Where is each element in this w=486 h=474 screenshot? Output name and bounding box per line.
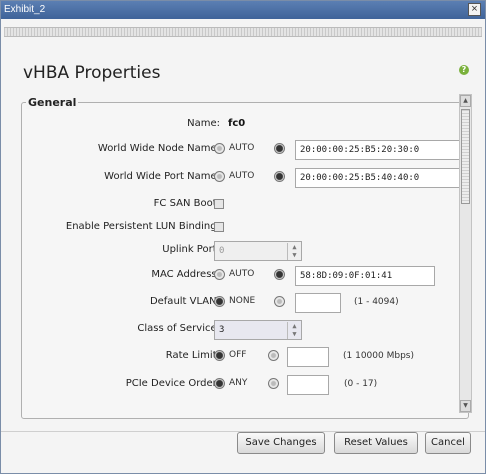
mac-row: MAC Address: AUTO 58:8D:09:0F:01:41 [22,265,462,287]
rate-limit-label: Rate Limit: [165,350,220,361]
wwpn-auto-label: AUTO [229,171,255,181]
persistent-lun-checkbox[interactable] [214,222,224,232]
uplink-port-select[interactable]: 0 ▲ ▼ [214,241,302,261]
rate-value-radio[interactable] [268,350,279,361]
vlan-value-radio[interactable] [274,296,285,307]
vlan-range: (1 - 4094) [354,297,399,307]
wwnn-input[interactable]: 20:00:00:25:B5:20:30:0 [295,140,460,160]
rate-limit-row: Rate Limit: OFF (1 10000 Mbps) [22,346,462,368]
scroll-down-icon[interactable]: ▼ [460,400,471,412]
vlan-input[interactable] [295,293,341,313]
pcie-order-row: PCIe Device Order: ANY (0 - 17) [22,374,462,396]
persistent-lun-row: Enable Persistent LUN Binding: [22,217,462,239]
default-vlan-label: Default VLAN: [149,296,220,307]
wwnn-label: World Wide Node Name: [97,143,220,154]
rate-off-radio[interactable] [214,350,225,361]
pcie-input[interactable] [287,375,329,395]
vertical-scrollbar[interactable]: ▲ ▼ [459,94,472,413]
cos-row: Class of Service: 3 ▲ ▼ [22,319,462,341]
fc-san-boot-checkbox[interactable] [214,199,224,209]
cos-select[interactable]: 3 ▲ ▼ [214,320,302,340]
scroll-thumb[interactable] [461,109,470,204]
mac-auto-label: AUTO [229,269,255,279]
reset-values-button[interactable]: Reset Values [334,432,418,454]
wwnn-row: World Wide Node Name: AUTO 20:00:00:25:B… [22,139,462,161]
wwpn-auto-radio[interactable] [214,171,225,182]
name-row: Name: fc0 [22,114,462,136]
uplink-port-chevron-icon: ▲ ▼ [287,243,301,260]
vlan-none-radio[interactable] [214,296,225,307]
title-bar: Exhibit_2 × [1,1,485,19]
rate-range: (1 10000 Mbps) [343,351,414,361]
pcie-any-label: ANY [229,378,248,388]
scroll-up-icon[interactable]: ▲ [460,95,471,107]
mac-label: MAC Address: [151,269,220,280]
default-vlan-row: Default VLAN: NONE (1 - 4094) [22,292,462,314]
wwpn-label: World Wide Port Name: [104,171,220,182]
rate-input[interactable] [287,347,329,367]
help-icon[interactable]: ? [459,65,469,75]
wwnn-auto-label: AUTO [229,143,255,153]
cancel-button[interactable]: Cancel [425,432,471,454]
pcie-order-label: PCIe Device Order: [125,378,220,389]
fc-san-boot-label: FC SAN Boot: [153,198,220,209]
pcie-value-radio[interactable] [268,378,279,389]
mac-input[interactable]: 58:8D:09:0F:01:41 [295,266,435,286]
cos-value: 3 [219,325,225,335]
cos-label: Class of Service: [137,323,220,334]
uplink-port-label: Uplink Port: [162,244,220,255]
uplink-port-row: Uplink Port: 0 ▲ ▼ [22,240,462,262]
wwpn-manual-radio[interactable] [274,171,285,182]
rate-off-label: OFF [229,350,247,360]
mac-manual-radio[interactable] [274,269,285,280]
cos-chevron-icon: ▲ ▼ [287,322,301,339]
uplink-port-value: 0 [219,246,225,256]
pcie-range: (0 - 17) [344,379,378,389]
save-changes-button[interactable]: Save Changes [237,432,325,454]
name-value: fc0 [228,118,246,129]
wwpn-input[interactable]: 20:00:00:25:B5:40:40:0 [295,168,460,188]
vhba-properties-window: Exhibit_2 × vHBA Properties ? Name: fc0 … [0,0,486,474]
pcie-any-radio[interactable] [214,378,225,389]
window-title: Exhibit_2 [4,4,46,15]
wwnn-auto-radio[interactable] [214,143,225,154]
mac-auto-radio[interactable] [214,269,225,280]
name-label: Name: [187,118,220,129]
wwpn-row: World Wide Port Name: AUTO 20:00:00:25:B… [22,167,462,189]
vlan-none-label: NONE [229,296,256,306]
close-icon[interactable]: × [468,3,481,16]
toolbar-stripe [4,27,482,37]
wwnn-manual-radio[interactable] [274,143,285,154]
general-group: Name: fc0 World Wide Node Name: AUTO 20:… [21,102,469,419]
fc-san-boot-row: FC SAN Boot: [22,194,462,216]
general-group-label: General [26,96,79,109]
page-title: vHBA Properties [23,63,161,83]
persistent-lun-label: Enable Persistent LUN Binding: [65,221,220,232]
